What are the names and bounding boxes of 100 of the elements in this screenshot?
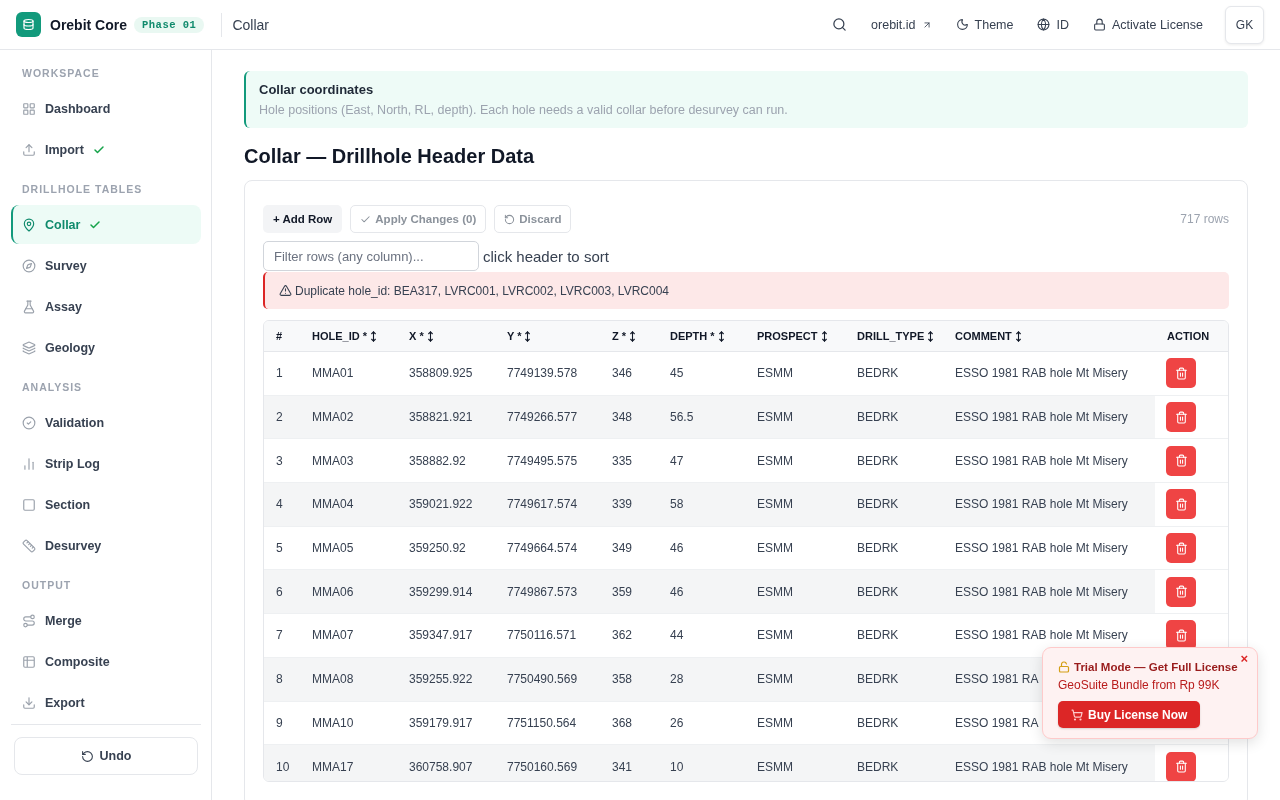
grid-icon [22, 101, 36, 116]
table-cell: MMA01 [300, 352, 397, 396]
delete-button[interactable] [1166, 358, 1196, 389]
column-header[interactable]: DEPTH * [658, 321, 745, 352]
bar-chart-icon [22, 456, 36, 471]
column-header: ACTION [1155, 321, 1228, 352]
sidebar-item[interactable]: Section [11, 485, 201, 524]
check-icon [360, 213, 372, 225]
layers-icon [22, 340, 36, 355]
sidebar-item[interactable]: Composite [11, 642, 201, 681]
table-cell: ESMM [745, 614, 845, 658]
delete-button[interactable] [1166, 751, 1196, 781]
table-cell: 45 [658, 352, 745, 396]
sidebar-item[interactable]: Assay [11, 287, 201, 326]
trash-icon [1174, 366, 1188, 380]
table-icon [22, 654, 36, 669]
top-button[interactable]: Activate License [1084, 11, 1211, 38]
page-title: Collar — Drillhole Header Data [244, 144, 535, 169]
table-cell: 7 [264, 614, 300, 658]
table-cell: 362 [600, 614, 658, 658]
lock-icon [1092, 18, 1106, 31]
table-cell: MMA17 [300, 745, 397, 781]
table-cell: ESMM [745, 483, 845, 527]
sidebar-item[interactable]: Merge [11, 601, 201, 640]
section-label: WORKSPACE [21, 66, 100, 81]
delete-button[interactable] [1166, 445, 1196, 476]
section-label: OUTPUT [21, 578, 72, 593]
ruler-icon [22, 538, 36, 553]
row-count: 717 rows [1180, 212, 1229, 226]
sidebar-item[interactable]: Collar [11, 205, 201, 244]
breadcrumb: Collar [232, 16, 269, 33]
avatar-button[interactable]: GK [1225, 5, 1264, 44]
banner-title: Collar coordinates [259, 82, 374, 98]
column-header[interactable]: COMMENT [943, 321, 1155, 352]
sidebar-item[interactable]: Validation [11, 403, 201, 442]
trash-icon [1174, 585, 1188, 599]
buy-button[interactable]: Buy License Now [1058, 701, 1201, 728]
trash-icon [1174, 628, 1188, 642]
trash-icon [1174, 497, 1188, 511]
table-cell: ESMM [745, 352, 845, 396]
cart-icon [1071, 708, 1083, 721]
table-cell: MMA04 [300, 483, 397, 527]
table-cell: 359021.922 [397, 483, 495, 527]
undo-icon [80, 749, 94, 763]
table-cell: BEDRK [845, 745, 943, 781]
trash-icon [1174, 410, 1188, 424]
sidebar-item[interactable]: Import [11, 130, 201, 169]
top-button[interactable]: Theme [947, 11, 1022, 38]
banner-text: Hole positions (East, North, RL, depth). Each hole needs a valid collar before desurvey can run. [259, 103, 788, 118]
table-cell: 358809.925 [397, 352, 495, 396]
column-header[interactable]: HOLE_ID * [300, 321, 397, 352]
phase-badge: Phase 01 [134, 16, 205, 33]
column-header[interactable]: X * [397, 321, 495, 352]
flask-icon [22, 299, 36, 314]
sidebar-item[interactable]: Survey [11, 246, 201, 285]
table-cell: 7749139.578 [495, 352, 600, 396]
top-link[interactable]: orebit.id [863, 11, 940, 38]
table-cell: 341 [600, 745, 658, 781]
table-cell: 339 [600, 483, 658, 527]
table-cell: 58 [658, 483, 745, 527]
table-cell: 7750490.569 [495, 657, 600, 702]
sidebar-item[interactable]: Geology [11, 328, 201, 367]
map-pin-icon [22, 217, 36, 232]
add-button[interactable]: + Add Row [263, 205, 343, 233]
top-button[interactable]: ID [1029, 11, 1077, 38]
table-cell: BEDRK [845, 483, 943, 527]
search-icon [832, 17, 848, 32]
sidebar-item[interactable]: Desurvey [11, 526, 201, 565]
route-icon [22, 613, 36, 628]
table-cell: 7749617.574 [495, 483, 600, 527]
table-cell: 8 [264, 657, 300, 702]
filter-field[interactable]: Filter rows (any column)... [263, 241, 479, 271]
table-cell: MMA07 [300, 614, 397, 658]
compass-icon [22, 258, 36, 273]
section-label: ANALYSIS [21, 380, 83, 395]
warning-icon [279, 284, 292, 297]
square-icon [22, 497, 36, 512]
upload-icon [22, 142, 36, 157]
undo-button[interactable]: Undo [14, 737, 198, 775]
trash-icon [1174, 454, 1188, 468]
close-button[interactable]: × [1238, 652, 1250, 665]
sidebar-item[interactable]: Export [11, 683, 201, 722]
sidebar-item[interactable]: Dashboard [11, 89, 201, 128]
delete-button[interactable] [1166, 533, 1196, 564]
delete-button[interactable] [1166, 489, 1196, 520]
table-cell: 7750160.569 [495, 745, 600, 781]
column-header[interactable]: Y * [495, 321, 600, 352]
column-header[interactable]: Z * [600, 321, 658, 352]
column-header[interactable]: PROSPECT [745, 321, 845, 352]
table-cell: 359255.922 [397, 657, 495, 702]
column-header[interactable]: DRILL_TYPE [845, 321, 943, 352]
sort-hint: click header to sort [483, 247, 609, 265]
table-cell: 360758.907 [397, 745, 495, 781]
arrow-up-right-icon [921, 19, 932, 30]
table-cell: BEDRK [845, 657, 943, 702]
sidebar-item[interactable]: Strip Log [11, 444, 201, 483]
delete-button[interactable] [1166, 402, 1196, 433]
delete-button[interactable] [1166, 576, 1196, 607]
table-cell: 1 [264, 352, 300, 396]
lock-open-icon [1058, 661, 1070, 673]
